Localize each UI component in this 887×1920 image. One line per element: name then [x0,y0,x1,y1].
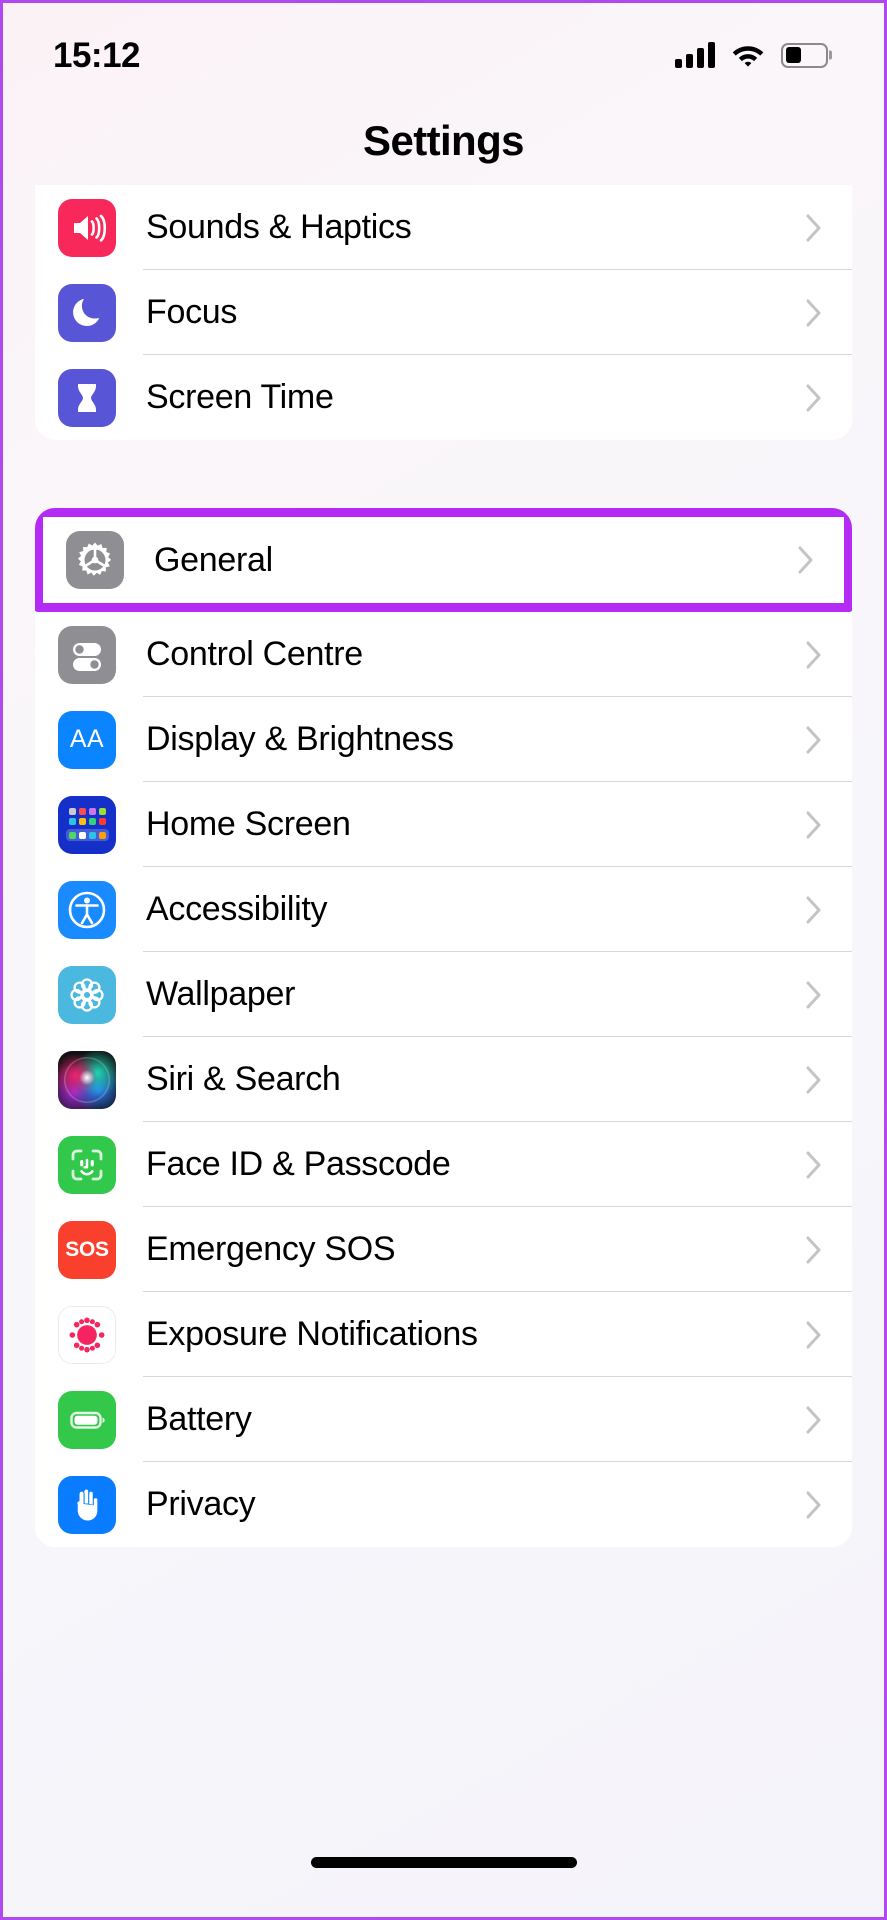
screen-time-hourglass-icon [58,368,116,427]
control-centre-toggles-icon [58,625,116,684]
settings-row-general[interactable]: General [43,517,844,603]
general-gear-icon [66,531,124,589]
settings-row-label: Emergency SOS [146,1230,396,1268]
accessibility-person-icon [58,880,116,939]
cellular-signal-icon [675,42,715,68]
chevron-right-icon [806,299,822,327]
chevron-right-icon [806,811,822,839]
settings-row-label: Control Centre [146,635,363,673]
settings-row-label: Accessibility [146,890,328,928]
settings-row-label: Face ID & Passcode [146,1145,451,1183]
chevron-right-icon [806,641,822,669]
settings-row-screen-time[interactable]: Screen Time [35,355,852,440]
chevron-right-icon [806,981,822,1009]
battery-icon [781,42,828,68]
chevron-right-icon [806,1236,822,1264]
chevron-right-icon [806,896,822,924]
status-bar: 15:12 [3,3,884,99]
exposure-notifications-icon [58,1305,116,1364]
chevron-right-icon [806,1151,822,1179]
emergency-sos-icon: SOS [58,1220,116,1279]
settings-row-label: Wallpaper [146,975,296,1013]
settings-row-exposure-notifications[interactable]: Exposure Notifications [35,1292,852,1377]
home-indicator[interactable] [310,1857,577,1868]
settings-row-label: Focus [146,293,238,331]
chevron-right-icon [806,1491,822,1519]
settings-group-system: General Control Centre AA Display & Brig… [35,508,852,1547]
settings-row-focus[interactable]: Focus [35,270,852,355]
settings-row-wallpaper[interactable]: Wallpaper [35,952,852,1037]
settings-row-label: General [154,540,273,579]
settings-row-label: Siri & Search [146,1060,341,1098]
home-screen-grid-icon [58,795,116,854]
phone-screen: 15:12 Settings Sounds & Haptics Focus Sc… [0,0,887,1920]
settings-row-accessibility[interactable]: Accessibility [35,867,852,952]
highlight-annotation-general: General [35,508,852,612]
privacy-hand-icon [58,1475,116,1534]
settings-row-label: Home Screen [146,805,351,843]
settings-row-privacy[interactable]: Privacy [35,1462,852,1547]
face-id-icon [58,1135,116,1194]
settings-row-label: Sounds & Haptics [146,208,412,246]
settings-row-control-centre[interactable]: Control Centre [35,612,852,697]
chevron-right-icon [806,1406,822,1434]
settings-row-battery[interactable]: Battery [35,1377,852,1462]
settings-row-label: Screen Time [146,378,334,416]
settings-row-label: Battery [146,1400,252,1438]
chevron-right-icon [806,384,822,412]
settings-row-siri-search[interactable]: Siri & Search [35,1037,852,1122]
status-bar-indicators [675,34,828,68]
settings-list[interactable]: Sounds & Haptics Focus Screen Time Gener… [3,185,884,1917]
settings-row-display-brightness[interactable]: AA Display & Brightness [35,697,852,782]
chevron-right-icon [806,726,822,754]
status-bar-time: 15:12 [53,35,141,75]
page-title: Settings [363,117,524,164]
settings-row-label: Exposure Notifications [146,1315,478,1353]
sounds-haptics-icon [58,198,116,257]
chevron-right-icon [806,1321,822,1349]
settings-group-personalization: Sounds & Haptics Focus Screen Time [35,185,852,440]
settings-row-emergency-sos[interactable]: SOS Emergency SOS [35,1207,852,1292]
wallpaper-flower-icon [58,965,116,1024]
chevron-right-icon [798,546,814,574]
settings-row-sounds-haptics[interactable]: Sounds & Haptics [35,185,852,270]
settings-row-face-id-passcode[interactable]: Face ID & Passcode [35,1122,852,1207]
battery-green-icon [58,1390,116,1449]
settings-row-label: Privacy [146,1485,256,1523]
focus-moon-icon [58,283,116,342]
chevron-right-icon [806,214,822,242]
chevron-right-icon [806,1066,822,1094]
display-brightness-aa-icon: AA [58,710,116,769]
navigation-bar: Settings [3,99,884,189]
siri-orb-icon [58,1050,116,1109]
settings-row-home-screen[interactable]: Home Screen [35,782,852,867]
wifi-icon [732,46,764,67]
settings-row-label: Display & Brightness [146,720,454,758]
